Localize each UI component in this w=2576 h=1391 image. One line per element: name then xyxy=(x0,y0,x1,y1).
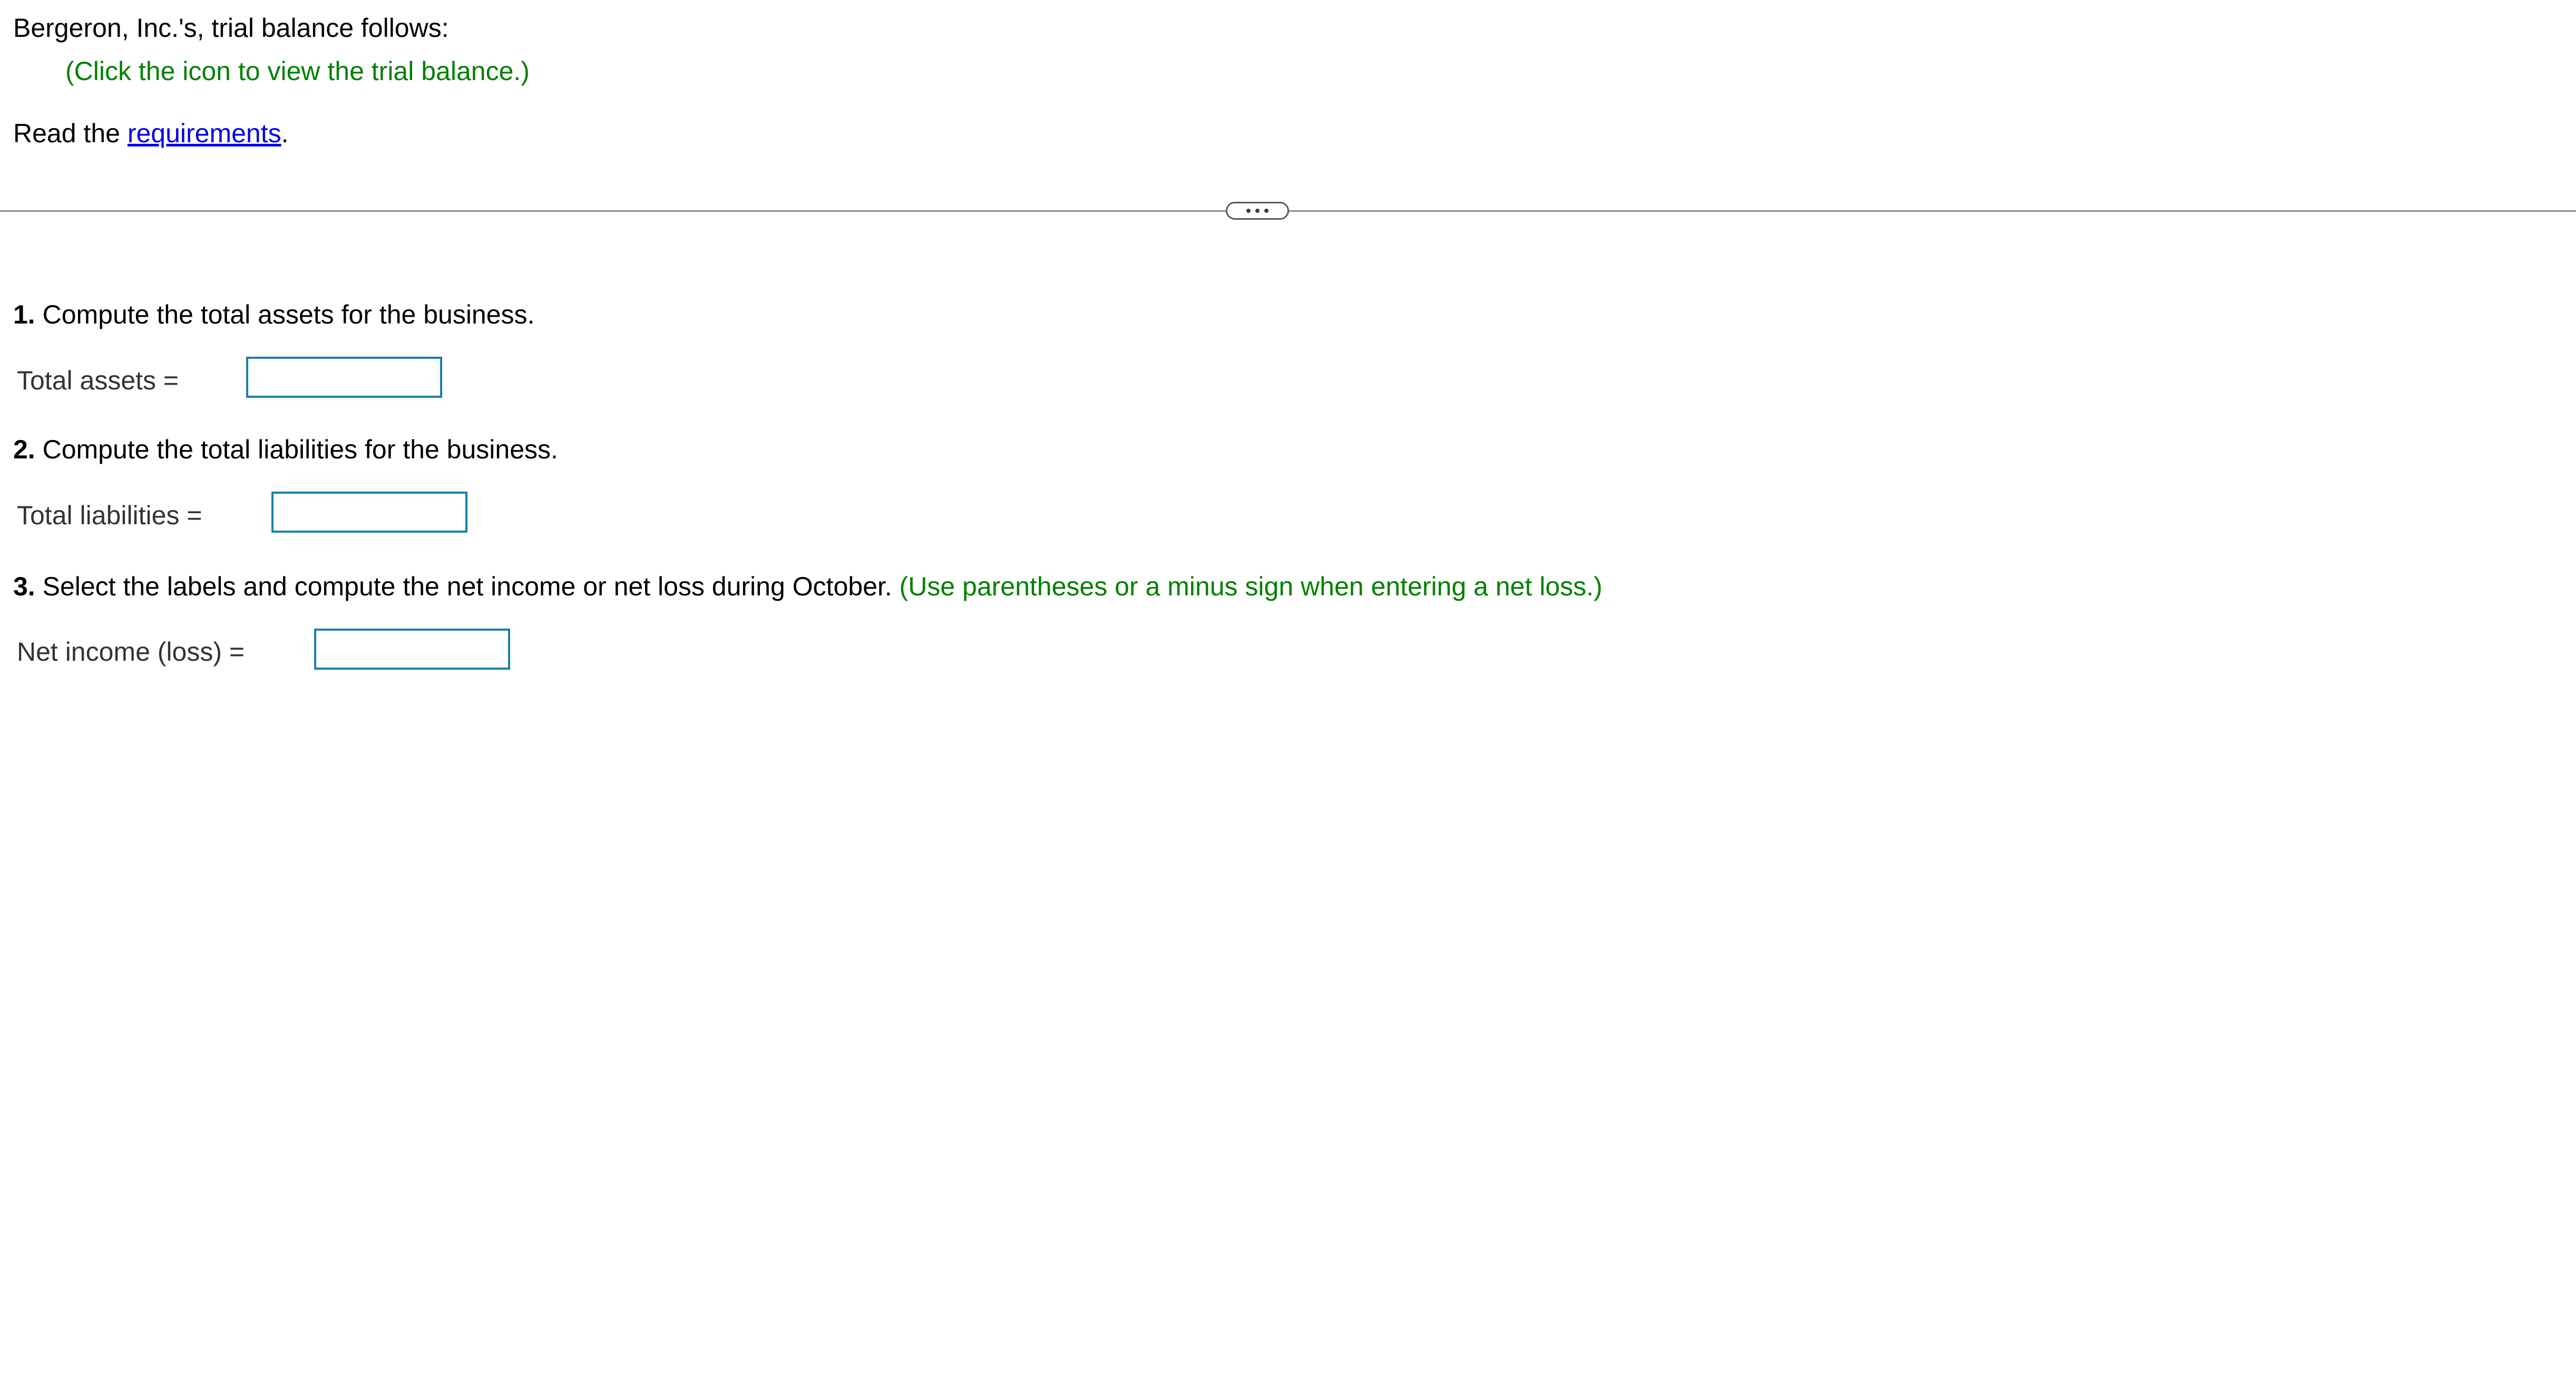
intro-text: Bergeron, Inc.'s, trial balance follows: xyxy=(13,13,449,43)
question-2: 2. Compute the total liabilities for the… xyxy=(13,436,558,463)
question-3-number: 3. xyxy=(13,572,35,601)
question-1-text: Compute the total assets for the busines… xyxy=(35,300,535,329)
question-2-number: 2. xyxy=(13,435,35,464)
read-prefix: Read the xyxy=(13,119,128,148)
ellipsis-icon xyxy=(1255,209,1260,213)
expand-collapse-button[interactable] xyxy=(1226,202,1289,220)
question-2-text: Compute the total liabilities for the bu… xyxy=(35,435,558,464)
trial-balance-hint: (Click the icon to view the trial balanc… xyxy=(65,56,530,86)
ellipsis-icon xyxy=(1264,209,1269,213)
question-1: 1. Compute the total assets for the busi… xyxy=(13,301,534,328)
requirements-link[interactable]: requirements xyxy=(128,119,281,148)
question-1-number: 1. xyxy=(13,300,35,329)
question-3-text: Select the labels and compute the net in… xyxy=(35,572,892,601)
read-suffix: . xyxy=(281,119,289,148)
ellipsis-icon xyxy=(1246,209,1251,213)
total-assets-label: Total assets = xyxy=(17,366,179,395)
question-3-note: (Use parentheses or a minus sign when en… xyxy=(892,572,1603,601)
net-income-input[interactable] xyxy=(314,629,510,670)
total-assets-input[interactable] xyxy=(246,357,442,398)
total-liabilities-input[interactable] xyxy=(271,492,467,533)
total-liabilities-label: Total liabilities = xyxy=(17,501,202,530)
page: Bergeron, Inc.'s, trial balance follows:… xyxy=(0,0,2576,1391)
question-3: 3. Select the labels and compute the net… xyxy=(13,573,1603,600)
read-requirements-line: Read the requirements. xyxy=(13,120,289,146)
net-income-label: Net income (loss) = xyxy=(17,637,245,667)
